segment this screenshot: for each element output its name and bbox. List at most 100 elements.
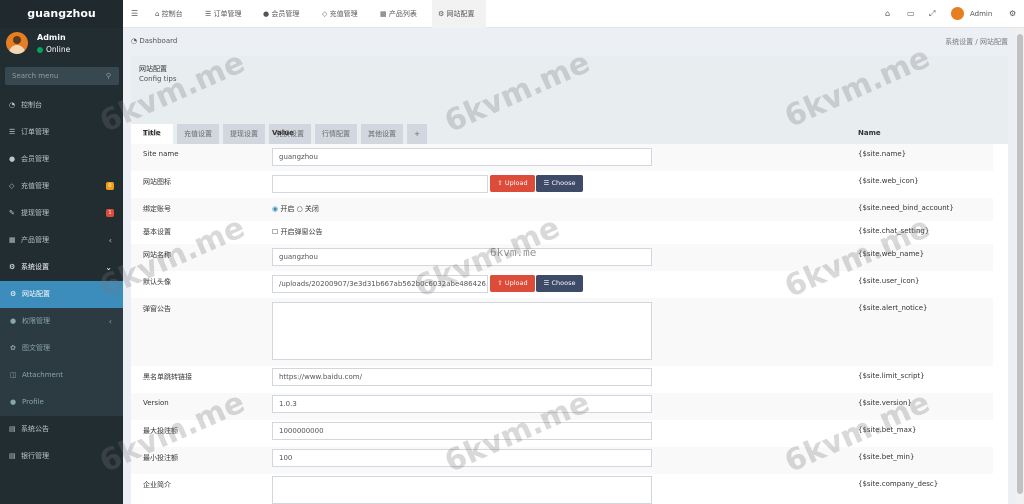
sidebar-item-orders[interactable]: ☰ 订单管理 [0,119,123,146]
settings-gears-icon[interactable]: ⚙ [1009,0,1016,28]
sidebar-menu: ◔ 控制台 ☰ 订单管理 ● 会员管理 ◇ 充值管理 0 ✎ 提现管理 1 ▦ 产品管理 ‹ ⚙ 系… [0,92,123,470]
company-desc-textarea[interactable] [272,476,652,504]
recharge-badge: 0 [106,182,114,190]
web-name-input[interactable]: guangzhou [272,248,652,266]
upload-button[interactable]: ⇧ Upload [490,175,535,192]
sidebar-item-permissions[interactable]: ● 权限管理 ‹ [0,308,123,335]
tab-other-settings[interactable]: 其他设置 [361,124,403,144]
sidebar-item-attachment[interactable]: ◫ Attachment [0,362,123,389]
radio-on[interactable]: ◉ [272,205,278,213]
user-status: Online [37,45,70,54]
tab-withdraw-settings[interactable]: 提现设置 [223,124,265,144]
row-title: Version [143,399,169,407]
table-row: 默认头像 /uploads/20200907/3e3d31b667ab562b0… [131,271,993,298]
chevron-left-icon: ‹ [108,236,112,245]
upload-icon: ⇧ [497,279,505,287]
user-icon-input[interactable]: /uploads/20200907/3e3d31b667ab562b0c6032… [272,275,488,293]
page-scrollbar[interactable] [1016,28,1024,504]
sidebar-item-label: 订单管理 [21,128,49,136]
sidebar-item-system-settings[interactable]: ⚙ 系统设置 ⌄ [0,254,123,281]
choose-button[interactable]: ☰ Choose [536,275,583,292]
breadcrumb-dashboard[interactable]: Dashboard [139,37,177,45]
row-title: 最大投注额 [143,427,178,435]
header-avatar[interactable] [951,7,964,20]
file-icon: ◫ [10,371,17,379]
radio-on-label: 开启 [280,205,295,213]
leaf-icon: ✿ [10,344,16,352]
sidebar: guangzhou Admin Online Search menu ⚲ ◔ 控制… [0,0,123,504]
table-row: 绑定账号 ◉ 开启 ○ 关闭 {$site.need_bind_account} [131,198,993,221]
tab-products[interactable]: ▦ 产品列表 [380,0,426,28]
hamburger-menu-icon[interactable]: ☰ [131,0,138,28]
watermark-small: 6kvm.me [490,246,537,259]
withdraw-icon: ✎ [9,209,15,217]
scrollbar-thumb[interactable] [1017,34,1023,494]
recharge-icon: ◇ [322,10,330,18]
web-icon-input[interactable] [272,175,488,193]
add-tab-button[interactable]: + [407,124,427,144]
home-icon[interactable]: ⌂ [885,0,890,28]
alert-notice-textarea[interactable] [272,302,652,360]
panel-subtitle: Config tips [139,75,177,83]
tab-market-settings[interactable]: 行情配置 [315,124,357,144]
choose-button[interactable]: ☰ Choose [536,175,583,192]
table-row: 最大投注额 1000000000 {$site.bet_max} [131,420,993,447]
sidebar-item-notices[interactable]: ▤ 系统公告 [0,416,123,443]
notice-icon: ▤ [9,425,16,433]
popup-notice-checkbox[interactable]: ☐ [272,228,278,236]
sidebar-item-label: 系统公告 [21,425,49,433]
sidebar-item-site-config[interactable]: ⚙ 网站配置 [0,281,123,308]
row-variable: {$site.bet_max} [858,426,917,434]
row-variable: {$site.web_name} [858,250,925,258]
bet-max-input[interactable]: 1000000000 [272,422,652,440]
row-variable: {$site.version} [858,399,912,407]
tab-recharge[interactable]: ◇ 充值管理 [322,0,368,28]
row-title: 网站图标 [143,178,171,186]
bank-icon: ▤ [9,452,16,460]
column-header-name: Name [858,129,881,137]
checkbox-group: ☐ 开启弹窗公告 [272,227,323,237]
tab-orders[interactable]: ☰ 订单管理 [205,0,251,28]
choose-label: Choose [551,279,576,287]
user-status-label: Online [46,45,71,54]
tab-members[interactable]: ● 会员管理 [263,0,309,28]
sidebar-item-recharge[interactable]: ◇ 充值管理 0 [0,173,123,200]
user-icon: ● [10,398,17,406]
sidebar-item-members[interactable]: ● 会员管理 [0,146,123,173]
sidebar-item-label: 网站配置 [22,290,50,298]
row-variable: {$site.user_icon} [858,277,920,285]
sidebar-item-dashboard[interactable]: ◔ 控制台 [0,92,123,119]
sidebar-item-profile[interactable]: ● Profile [0,389,123,416]
row-title: 黑名单跳转链接 [143,373,192,381]
header-user-name[interactable]: Admin [970,0,992,28]
radio-off[interactable]: ○ [297,205,303,213]
upload-button[interactable]: ⇧ Upload [490,275,535,292]
user-name: Admin [37,33,66,42]
row-variable: {$site.company_desc} [858,480,939,488]
tab-dashboard[interactable]: ⌂ 控制台 [155,0,193,28]
upload-label: Upload [504,279,528,287]
avatar [6,32,28,54]
fullscreen-icon[interactable]: ⤢ [929,0,935,28]
dashboard-icon: ◔ [9,101,16,109]
brand-logo[interactable]: guangzhou [0,0,123,28]
search-icon[interactable]: ⚲ [106,67,111,85]
version-input[interactable]: 1.0.3 [272,395,652,413]
limit-script-input[interactable]: https://www.baidu.com/ [272,368,652,386]
sidebar-item-banks[interactable]: ▤ 银行管理 [0,443,123,470]
breadcrumb-system-settings[interactable]: 系统设置 [945,38,973,46]
tab-recharge-settings[interactable]: 充值设置 [177,124,219,144]
sidebar-item-withdraw[interactable]: ✎ 提现管理 1 [0,200,123,227]
tab-site-config[interactable]: ⚙ 网站配置 [432,0,486,28]
sidebar-item-articles[interactable]: ✿ 图文管理 [0,335,123,362]
tab-label: 控制台 [161,10,183,18]
choose-label: Choose [551,179,576,187]
site-name-input[interactable]: guangzhou [272,148,652,166]
sidebar-item-label: 银行管理 [21,452,49,460]
sidebar-item-products[interactable]: ▦ 产品管理 ‹ [0,227,123,254]
bet-min-input[interactable]: 100 [272,449,652,467]
sidebar-item-label: Attachment [22,371,64,379]
search-menu-input[interactable]: Search menu ⚲ [5,67,119,85]
trash-icon[interactable]: ▭ [907,0,915,28]
row-title: Site name [143,150,179,158]
